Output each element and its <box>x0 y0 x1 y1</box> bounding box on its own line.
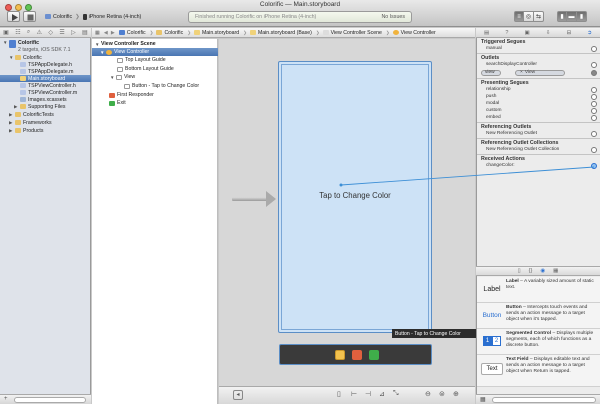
library-item-name: Segmented Control <box>506 331 552 336</box>
button-preview-icon: Button <box>482 311 502 319</box>
library-item-description: Text Field – Displays editable text and … <box>506 357 598 375</box>
object-library-icon[interactable]: ◉ <box>540 268 545 274</box>
library-item-button[interactable]: Button Button – Intercepts touch events … <box>477 303 600 329</box>
library-item-description: Button – Intercepts touch events and sen… <box>506 305 598 323</box>
library-item-segmented-control[interactable]: 1 2 Segmented Control – Displays multipl… <box>477 329 600 355</box>
library-item-name: Label <box>506 279 519 284</box>
connection-line <box>340 166 595 186</box>
code-snippet-library-icon[interactable]: {} <box>529 268 533 274</box>
xcode-window: Colorific — Main.storyboard Colorific ❯ … <box>0 0 600 404</box>
library-item-description: Label – A variably sized amount of stati… <box>506 279 598 291</box>
media-library-icon[interactable]: ▦ <box>553 268 558 274</box>
connection-origin-dot <box>339 183 343 187</box>
library-item-name: Button <box>506 305 522 310</box>
library-filter-bar[interactable]: ▦ <box>476 394 600 404</box>
library-search-input[interactable] <box>492 397 596 403</box>
segment-1: 1 <box>483 336 492 346</box>
library-item-name: Text Field <box>506 357 529 362</box>
library-item-text-field[interactable]: Text Text Field – Displays editable text… <box>477 355 600 387</box>
library-tabs: ▯ {} ◉ ▦ <box>476 266 600 276</box>
segment-2: 2 <box>492 336 501 346</box>
text-field-preview-icon: Text <box>481 363 503 375</box>
library-item-desc: – A variably sized amount of static text… <box>506 279 594 290</box>
grid-view-icon[interactable]: ▦ <box>480 396 486 403</box>
label-preview-icon: Label <box>483 285 501 293</box>
library-item-description: Segmented Control – Displays multiple se… <box>506 331 598 349</box>
file-template-library-icon[interactable]: ▯ <box>518 268 521 274</box>
segmented-control-preview-icon: 1 2 <box>481 332 503 350</box>
library-item-label[interactable]: Label Label – A variably sized amount of… <box>477 277 600 303</box>
